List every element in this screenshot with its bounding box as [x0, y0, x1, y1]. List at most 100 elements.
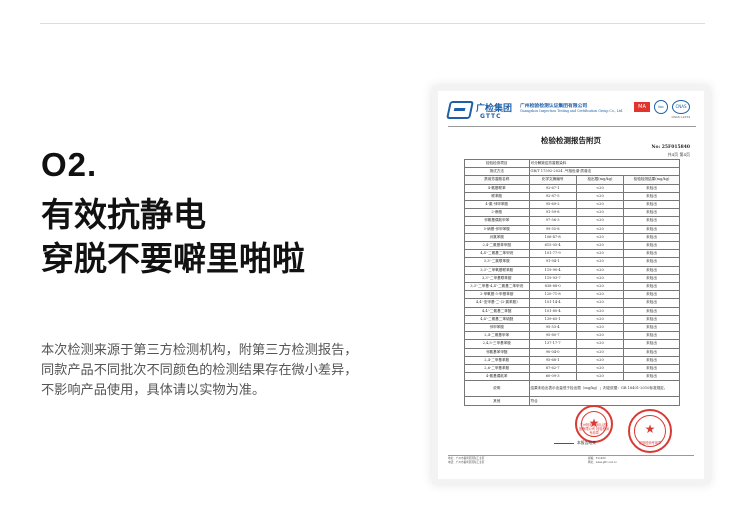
table-row: 4,4'-亚甲基-二-(2-氯苯胺) 101-14-4 <20 未检出 — [464, 298, 680, 308]
table-cell: 4-氯-邻甲苯胺 — [464, 200, 530, 210]
table-cell: 615-05-4 — [528, 241, 577, 251]
description: 本次检测来源于第三方检测机构，附第三方检测报告， 同款产品不同批次不同颜色的检测… — [41, 341, 371, 401]
table-cell: 未检出 — [623, 249, 680, 259]
method-label: 测试方法 — [464, 167, 530, 177]
column-header: 化学文摘编号 — [528, 175, 577, 185]
table-cell: 3,3'-二甲氧基联苯胺 — [464, 265, 530, 275]
table-cell: 未检出 — [623, 372, 680, 382]
table-cell: <20 — [575, 372, 625, 382]
table-cell: 95-80-7 — [528, 331, 577, 341]
testing-seal: ★ 检验检测专用章 — [628, 409, 672, 453]
table-cell: 2,4,5-三甲基苯胺 — [464, 339, 530, 349]
gttc-logo-icon — [446, 101, 474, 119]
table-cell: 92-67-1 — [528, 183, 577, 193]
table-cell: 106-47-8 — [528, 232, 577, 243]
table-cell: 137-17-7 — [528, 339, 577, 349]
table-cell: 未检出 — [623, 339, 680, 349]
table-cell: 2,4-二氨基苯甲醚 — [464, 241, 530, 251]
table-cell: 未检出 — [623, 355, 680, 366]
table-row: 2,4-二氨基苯甲醚 615-05-4 <20 未检出 — [464, 241, 680, 251]
description-line-2: 同款产品不同批次不同颜色的检测结果存在微小差异， — [41, 363, 358, 378]
table-cell: 5-硝基-邻甲苯胺 — [464, 224, 530, 234]
table-row: 4-氯-邻甲苯胺 95-69-2 <20 未检出 — [464, 200, 680, 210]
table-cell: 101-80-4 — [528, 306, 577, 316]
table-cell: 未检出 — [623, 314, 680, 325]
brand-name-en: GTTC — [480, 113, 502, 120]
company-name-cn: 广州检验检测认证集团有限公司 — [520, 103, 588, 109]
table-cell: <20 — [575, 306, 625, 316]
table-row: 3,3'-二甲基-4,4'-二氨基二苯甲烷 838-88-0 <20 未检出 — [464, 282, 680, 292]
table-cell: 未检出 — [623, 200, 680, 210]
table-cell: 4,4'-亚甲基-二-(2-氯苯胺) — [464, 298, 530, 308]
headline: 有效抗静电 穿脱不要噼里啪啦 — [41, 193, 305, 281]
table-cell: 未检出 — [623, 364, 680, 374]
table-cell: 未检出 — [623, 306, 680, 316]
seal-text: 检验检测专用章 — [638, 441, 662, 445]
table-row: 2,4-二甲基苯胺 95-68-1 <20 未检出 — [464, 355, 680, 366]
table-row: 3,3'-二甲基联苯胺 119-93-7 <20 未检出 — [464, 273, 680, 284]
table-cell: 2,4-二甲基苯胺 — [464, 355, 530, 366]
ilac-cert-icon: ilac — [654, 100, 668, 114]
table-cell: 139-65-1 — [528, 314, 577, 325]
table-cell: 3,3'-二甲基-4,4'-二氨基二苯甲烷 — [464, 282, 530, 292]
table-cell: 4,4'-二氨基二苯硫醚 — [464, 314, 530, 325]
table-cell: 95-69-2 — [528, 200, 577, 210]
table-cell: 97-56-3 — [528, 216, 577, 226]
table-row: 4,4'-二氨基二苯硫醚 139-65-1 <20 未检出 — [464, 314, 680, 325]
test-report-page: 广检集团 GTTC 广州检验检测认证集团有限公司 Guangzhou Inspe… — [438, 91, 704, 479]
table-cell: 95-68-1 — [528, 355, 577, 366]
table-row: 5-硝基-邻甲苯胺 99-55-8 <20 未检出 — [464, 224, 680, 234]
table-row: 4-氨基偶氮苯 60-09-3 <20 未检出 — [464, 372, 680, 382]
cma-cert-icon: MA — [634, 102, 650, 112]
cert-code: CNAS L1234 — [671, 115, 690, 119]
table-cell: <20 — [575, 290, 625, 300]
table-cell: <20 — [575, 208, 625, 218]
section-number: O2. — [41, 146, 98, 183]
table-cell: 未检出 — [623, 265, 680, 275]
table-row: 邻甲苯胺 95-53-4 <20 未检出 — [464, 323, 680, 333]
table-cell: <20 — [575, 265, 625, 275]
table-cell: 2-甲氧基-5-甲基苯胺 — [464, 290, 530, 300]
top-divider — [40, 23, 705, 24]
table-cell: <20 — [575, 224, 625, 234]
table-row: 2,6-二甲基苯胺 87-62-7 <20 未检出 — [464, 364, 680, 374]
table-cell: 对氯苯胺 — [464, 232, 530, 243]
report-end-text: 本报告结束 — [554, 440, 596, 446]
cnas-cert-icon: CNAS — [672, 100, 690, 114]
table-cell: <20 — [575, 355, 625, 366]
table-cell: 未检出 — [623, 273, 680, 284]
table-row-other: 其他 符合 — [464, 396, 680, 407]
table-cell: 未检出 — [623, 331, 680, 341]
table-row-note: 说明 结果未检出表示含量低于检出限（mg/kg）；判定依据：GB 18401-20… — [464, 380, 680, 398]
table-cell: 120-71-8 — [528, 290, 577, 300]
table-cell: 99-55-8 — [528, 224, 577, 234]
table-cell: 95-53-4 — [528, 323, 577, 333]
table-cell: 未检出 — [623, 257, 680, 267]
table-cell: 未检出 — [623, 241, 680, 251]
table-cell: 91-59-8 — [528, 208, 577, 218]
description-line-3: 不影响产品使用，具体请以实物为准。 — [41, 383, 266, 398]
table-row: 2,4,5-三甲基苯胺 137-17-7 <20 未检出 — [464, 339, 680, 349]
table-cell: 邻氨基偶氮甲苯 — [464, 216, 530, 226]
table-cell: 未检出 — [623, 323, 680, 333]
table-cell: <20 — [575, 200, 625, 210]
table-cell: 未检出 — [623, 191, 680, 202]
table-cell: <20 — [575, 257, 625, 267]
table-cell: 2,6-二甲基苯胺 — [464, 364, 530, 374]
table-cell: 119-90-4 — [528, 265, 577, 275]
table-cell: <20 — [575, 298, 625, 308]
table-cell: 邻甲苯胺 — [464, 323, 530, 333]
table-cell: <20 — [575, 273, 625, 284]
company-name-en: Guangzhou Inspection Testing and Certifi… — [520, 109, 624, 113]
table-cell: 未检出 — [623, 347, 680, 357]
report-footer: 地址：广州市番禺区国际工业区 电话：广州市番禺区国际工业区 邮编：511400 … — [448, 455, 694, 465]
table-row-method: 测试方法 GB/T 17592-2024 ,气相色谱-质谱法 — [464, 167, 680, 177]
report-page-number: 共4页 第4页 — [667, 152, 690, 157]
table-row: 邻氨基苯甲醚 90-04-0 <20 未检出 — [464, 347, 680, 357]
seal-star-icon: ★ — [644, 422, 656, 436]
table-cell: <20 — [575, 183, 625, 193]
column-header: 禁用芳香胺名称 — [464, 175, 530, 185]
table-cell: 4,4'-二氨基二苯醚 — [464, 306, 530, 316]
table-cell: <20 — [575, 314, 625, 325]
footer-phone: 电话：广州市番禺区国际工业区 — [448, 461, 485, 464]
